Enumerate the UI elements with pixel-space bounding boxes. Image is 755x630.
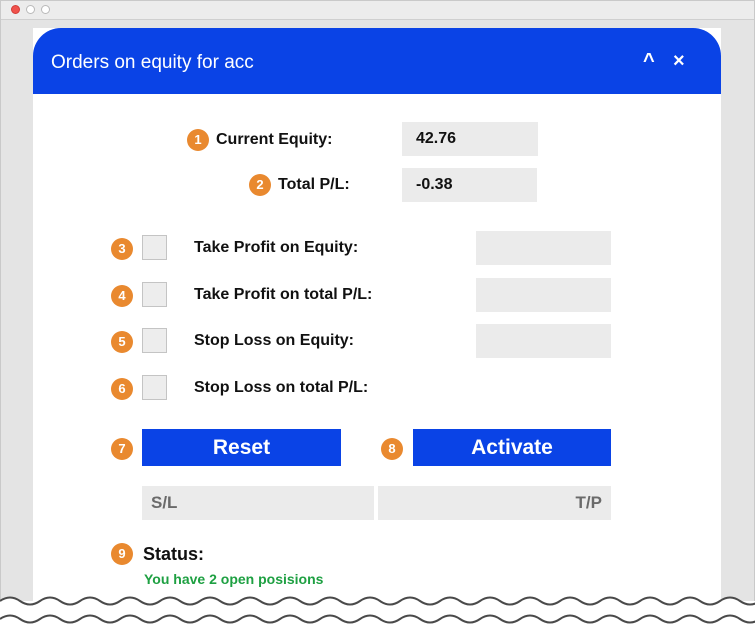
take-profit-equity-input[interactable] (476, 231, 611, 265)
status-title: Status: (143, 544, 205, 564)
take-profit-equity-checkbox[interactable] (142, 235, 167, 260)
orders-panel: Orders on equity for acc ^ × 1 Current E… (33, 28, 721, 603)
badge-2: 2 (249, 174, 271, 196)
maximize-window-button[interactable] (41, 5, 50, 14)
panel-title: Orders on equity for acc (51, 52, 254, 73)
minimize-window-button[interactable] (26, 5, 35, 14)
badge-4: 4 (111, 285, 133, 307)
status-message: You have 2 open posisions (144, 571, 324, 587)
badge-3: 3 (111, 238, 133, 260)
current-equity-label: Current Equity: (216, 131, 333, 148)
window-titlebar (1, 1, 754, 20)
take-profit-equity-label: Take Profit on Equity: (194, 239, 359, 256)
current-equity-field: 42.76 (402, 122, 538, 156)
total-pl-field: -0.38 (402, 168, 537, 202)
stop-loss-display: S/L (142, 486, 374, 520)
take-profit-total-pl-label: Take Profit on total P/L: (194, 286, 373, 303)
panel-header: Orders on equity for acc ^ × (33, 28, 721, 94)
chevron-up-icon[interactable]: ^ (643, 50, 655, 73)
stop-loss-total-pl-checkbox[interactable] (142, 375, 167, 400)
badge-1: 1 (187, 129, 209, 151)
badge-8: 8 (381, 438, 403, 460)
total-pl-label: Total P/L: (278, 176, 350, 193)
take-profit-display: T/P (378, 486, 611, 520)
stop-loss-equity-checkbox[interactable] (142, 328, 167, 353)
take-profit-total-pl-input[interactable] (476, 278, 611, 312)
close-window-button[interactable] (11, 5, 20, 14)
current-equity-value: 42.76 (416, 130, 457, 147)
stop-loss-equity-input[interactable] (476, 324, 611, 358)
badge-5: 5 (111, 331, 133, 353)
stop-loss-total-pl-label: Stop Loss on total P/L: (194, 379, 369, 396)
activate-button[interactable]: Activate (413, 429, 611, 466)
take-profit-total-pl-checkbox[interactable] (142, 282, 167, 307)
total-pl-value: -0.38 (416, 176, 453, 193)
close-icon[interactable]: × (673, 50, 685, 73)
badge-9: 9 (111, 543, 133, 565)
reset-button[interactable]: Reset (142, 429, 341, 466)
stop-loss-equity-label: Stop Loss on Equity: (194, 332, 354, 349)
badge-6: 6 (111, 378, 133, 400)
badge-7: 7 (111, 438, 133, 460)
torn-edge (0, 596, 755, 630)
